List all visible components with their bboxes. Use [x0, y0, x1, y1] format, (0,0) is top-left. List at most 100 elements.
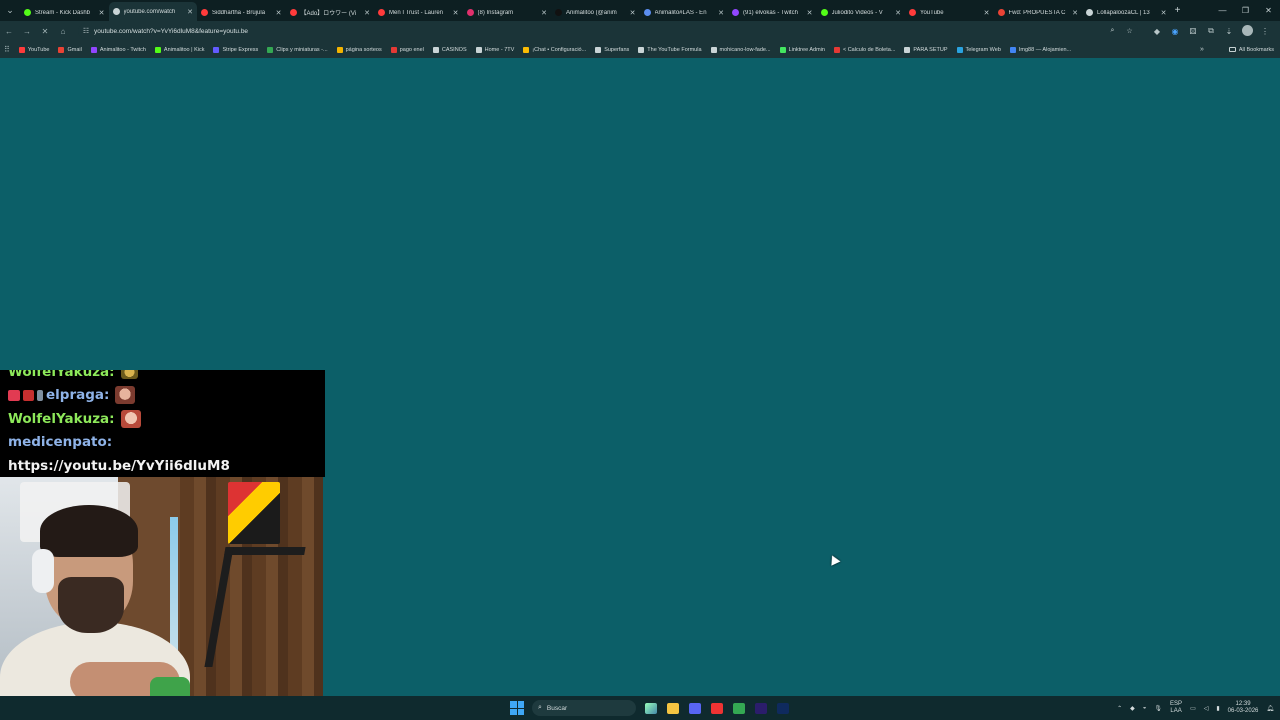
profile-avatar[interactable] [1238, 24, 1256, 38]
downloads-icon[interactable]: ⇣ [1220, 27, 1238, 36]
taskbar-search[interactable]: ⌕ Buscar [532, 700, 636, 716]
tray-app-icon[interactable]: ◒ [1143, 705, 1147, 711]
bookmark-label: The YouTube Formula [647, 46, 702, 53]
browser-tab[interactable]: Siddhartha - Brújula ✕ [197, 4, 286, 21]
microphone-icon[interactable]: 🎙 [1154, 705, 1162, 712]
bookmark-item[interactable]: Home - 7TV [475, 46, 514, 53]
file-explorer-icon[interactable] [662, 696, 684, 720]
browser-tab[interactable]: Fwd: PROPUESTA C ✕ [994, 4, 1083, 21]
browser-tab[interactable]: youtube.com/watch ✕ [108, 2, 197, 21]
tab-close-icon[interactable]: ✕ [453, 9, 459, 17]
bookmark-item[interactable]: PARA SETUP [904, 46, 948, 53]
tab-search-icon[interactable]: ⌄ [0, 0, 20, 21]
browser-tab[interactable]: YouTube ✕ [905, 4, 994, 21]
bookmark-item[interactable]: ¡Chat • Configuració... [523, 46, 586, 53]
bookmark-item[interactable]: Telegram Web [956, 46, 1001, 53]
tab-close-icon[interactable]: ✕ [807, 9, 813, 17]
bookmark-item[interactable]: YouTube [18, 46, 49, 53]
browser-tab[interactable]: (91) elvokas - Twitch ✕ [728, 4, 817, 21]
bookmark-item[interactable]: Animalitoo - Twitch [90, 46, 146, 53]
cast-icon[interactable]: ⧉ [1202, 26, 1220, 36]
tab-favicon-icon [24, 9, 31, 16]
chat-username: elpraga: [46, 387, 110, 403]
tab-title: (91) elvokas - Twitch [743, 9, 798, 16]
bookmark-item[interactable]: Superfans [595, 46, 629, 53]
browser-tab[interactable]: Juliodito Videos - V ✕ [817, 4, 906, 21]
bookmark-item[interactable]: Img88 — Alojamien... [1009, 46, 1071, 53]
address-bar[interactable]: ☷ youtube.com/watch?v=YvYi6dluM8&feature… [78, 23, 1138, 39]
keyboard-language[interactable]: ESP LAA [1170, 701, 1182, 715]
extension-blue-icon[interactable]: ◉ [1166, 27, 1184, 36]
bookmark-item[interactable]: The YouTube Formula [638, 46, 702, 53]
tab-close-icon[interactable]: ✕ [541, 9, 547, 17]
bookmark-item[interactable]: mohicano-low-fade... [710, 46, 771, 53]
chat-link-text: https://youtu.be/YvYii6dluM8 [8, 458, 230, 474]
site-info-icon[interactable]: ☷ [78, 27, 94, 35]
tab-close-icon[interactable]: ✕ [99, 9, 105, 17]
bookmark-item[interactable]: CASINOS [432, 46, 467, 53]
clock[interactable]: 12:39 06-03-2026 [1228, 701, 1259, 715]
volume-icon[interactable]: ◁ [1204, 705, 1209, 712]
reload-stop-button[interactable]: ✕ [36, 21, 54, 41]
close-window-icon[interactable]: ✕ [1257, 0, 1280, 21]
tab-close-icon[interactable]: ✕ [630, 9, 636, 17]
bookmark-item[interactable]: Linktree Admin [779, 46, 825, 53]
browser-tab[interactable]: LollapaloozaCL | 13 ✕ [1082, 4, 1171, 21]
tab-close-icon[interactable]: ✕ [187, 8, 193, 16]
all-bookmarks-button[interactable]: All Bookmarks [1228, 41, 1274, 58]
extension-diamond-icon[interactable]: ◆ [1148, 27, 1166, 36]
tab-close-icon[interactable]: ✕ [718, 9, 724, 17]
bookmark-item[interactable]: Gmail [58, 46, 82, 53]
tab-close-icon[interactable]: ✕ [276, 9, 282, 17]
maximize-icon[interactable]: ❐ [1234, 0, 1257, 21]
premiere-icon[interactable] [750, 696, 772, 720]
browser-tab[interactable]: Animalitoo (@anim ✕ [551, 4, 640, 21]
home-button[interactable]: ⌂ [54, 21, 72, 41]
more-bookmarks-icon[interactable]: » [1200, 41, 1204, 58]
menu-kebab-icon[interactable]: ⋮ [1256, 27, 1274, 36]
clock-date: 06-03-2026 [1227, 708, 1259, 714]
extension-puzzle-icon[interactable]: ⚄ [1184, 27, 1202, 36]
network-icon[interactable]: ▭ [1190, 705, 1196, 712]
browser-tab[interactable]: (8) Instagram ✕ [463, 4, 552, 21]
tab-close-icon[interactable]: ✕ [895, 9, 901, 17]
url-text[interactable]: youtube.com/watch?v=YvYi6dluM8&feature=y… [94, 28, 1104, 35]
bookmark-favicon-icon [390, 46, 397, 53]
start-button[interactable] [510, 701, 524, 715]
discord-icon[interactable] [684, 696, 706, 720]
widgets-icon[interactable] [640, 696, 662, 720]
browser-tab[interactable]: Stream - Kick Dashb ✕ [20, 4, 109, 21]
photoshop-glyph [777, 702, 789, 714]
chrome-icon[interactable] [728, 696, 750, 720]
tab-title: Stream - Kick Dashb [35, 9, 91, 16]
browser-tab[interactable]: Men I Trust - Lauren ✕ [374, 4, 463, 21]
bookmark-item[interactable]: pago enel [390, 46, 424, 53]
bookmark-item[interactable]: Stripe Express [213, 46, 258, 53]
minimize-icon[interactable]: — [1211, 0, 1234, 21]
apps-grid-icon[interactable]: ⠿ [4, 45, 10, 54]
bookmark-star-icon[interactable]: ☆ [1121, 27, 1138, 35]
notifications-icon[interactable]: 🔔︎ [1266, 705, 1274, 712]
tab-close-icon[interactable]: ✕ [984, 9, 990, 17]
back-button[interactable]: ← [0, 21, 18, 41]
battery-icon[interactable]: ▮ [1216, 705, 1219, 712]
bookmark-favicon-icon [956, 46, 963, 53]
browser-tab[interactable]: Animalito#LAS - En ✕ [640, 4, 729, 21]
tab-close-icon[interactable]: ✕ [1072, 9, 1078, 17]
bookmark-item[interactable]: < Calculo de Boleta... [833, 46, 895, 53]
tray-app-icon[interactable]: ◆ [1130, 705, 1135, 712]
tray-overflow-icon[interactable]: ⌃ [1117, 705, 1122, 712]
forward-button[interactable]: → [18, 21, 36, 41]
browser-tab[interactable]: 【Ado】ロウワー (Vi ✕ [286, 4, 375, 21]
bookmark-item[interactable]: Animalitoo | Kick [154, 46, 204, 53]
zoom-search-icon[interactable]: ⌕ [1104, 27, 1121, 35]
tab-close-icon[interactable]: ✕ [364, 9, 370, 17]
bookmark-item[interactable]: página sorteos [336, 46, 382, 53]
photoshop-icon[interactable] [772, 696, 794, 720]
new-tab-button[interactable]: + [1171, 5, 1185, 16]
bookmark-favicon-icon [1009, 46, 1016, 53]
obs-glyph [711, 702, 723, 714]
tab-close-icon[interactable]: ✕ [1161, 9, 1167, 17]
obs-icon[interactable] [706, 696, 728, 720]
bookmark-item[interactable]: Clips y miniaturas -... [267, 46, 328, 53]
